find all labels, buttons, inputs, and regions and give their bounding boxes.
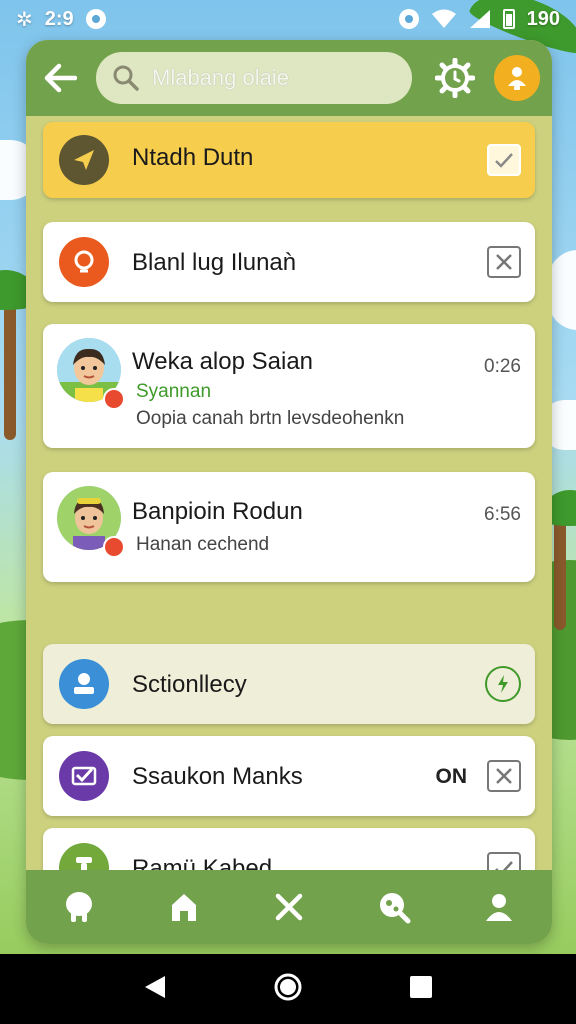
person-icon (486, 894, 513, 921)
bell-person-icon (508, 67, 526, 90)
bolt-icon (498, 675, 508, 693)
search-icon (113, 65, 139, 91)
back-button[interactable] (38, 56, 82, 100)
power-button[interactable] (485, 666, 521, 702)
close-icon (275, 893, 303, 921)
close-button[interactable] (487, 246, 521, 278)
back-triangle-icon (145, 975, 165, 998)
mail-check-icon (59, 751, 109, 801)
item-time: 0:26 (484, 356, 521, 377)
status-time: 2:9 (44, 7, 74, 30)
item-title: Blanl lug Ilunaǹ (132, 249, 297, 276)
item-title: Banpioin Rodun (132, 498, 303, 525)
close-icon (496, 768, 512, 784)
profile-button[interactable] (494, 55, 540, 101)
item-preview: Hanan cechend (136, 534, 270, 555)
nav-close[interactable] (262, 880, 316, 934)
list-item[interactable]: Sctionllecy (43, 644, 535, 724)
system-recents-button[interactable] (409, 975, 433, 1004)
checkmark-button[interactable] (487, 144, 521, 176)
item-preview: Oopia canah brtn levsdeohenkn (136, 408, 405, 429)
item-time: 6:56 (484, 504, 521, 525)
list-item[interactable]: Weka alop Saian Syannan Oopia canah brtn… (43, 324, 535, 448)
send-icon (59, 135, 109, 185)
search-input[interactable]: Mlabang olaie (96, 52, 412, 104)
nav-profile[interactable] (472, 880, 526, 934)
item-subtitle: Syannan (136, 381, 212, 402)
list-item[interactable]: Ntadh Dutn (43, 122, 535, 198)
app-panel: Mlabang olaie Ntadh Dutn Blanl lug Iluna… (26, 40, 552, 944)
square-icon (410, 975, 432, 998)
notification-icon (85, 9, 106, 29)
battery-icon (502, 9, 515, 29)
home-icon (171, 894, 196, 921)
gear-icon (435, 58, 475, 98)
top-bar: Mlabang olaie (26, 40, 552, 116)
item-meta: ON (435, 765, 468, 788)
nav-search[interactable] (367, 880, 421, 934)
item-title: Ntadh Dutn (132, 144, 254, 171)
search-placeholder: Mlabang olaie (152, 65, 289, 90)
status-bar: ✲ 2:9 190 (0, 0, 576, 38)
back-arrow-icon (44, 63, 77, 93)
home-circle-icon (274, 973, 302, 1000)
sync-icon (398, 9, 419, 29)
gear-small-icon: ✲ (16, 8, 33, 31)
status-badge (103, 536, 125, 558)
chat-bubble-icon (65, 892, 92, 922)
user-card-icon (59, 659, 109, 709)
item-title: Weka alop Saian (132, 348, 314, 375)
system-back-button[interactable] (143, 974, 167, 1005)
magnifier-icon (380, 893, 411, 924)
wifi-icon (431, 9, 456, 28)
bottom-nav (26, 870, 552, 944)
status-badge (103, 388, 125, 410)
battery-level: 190 (526, 7, 560, 30)
item-title: Ssaukon Manks (132, 763, 303, 790)
system-nav-bar (0, 954, 576, 1024)
settings-button[interactable] (432, 55, 478, 101)
system-home-button[interactable] (273, 972, 303, 1007)
signal-icon (469, 10, 490, 28)
list-item[interactable]: Ssaukon Manks ON (43, 736, 535, 816)
nav-home[interactable] (157, 880, 211, 934)
list-item[interactable]: Banpioin Rodun Hanan cechend 6:56 (43, 472, 535, 582)
item-title: Sctionllecy (132, 671, 247, 698)
close-icon (496, 254, 512, 270)
lightbulb-icon (59, 237, 109, 287)
list-item[interactable]: Blanl lug Ilunaǹ (43, 222, 535, 302)
close-button[interactable] (487, 760, 521, 792)
checkmark-icon (495, 153, 513, 168)
nav-chat[interactable] (52, 880, 106, 934)
